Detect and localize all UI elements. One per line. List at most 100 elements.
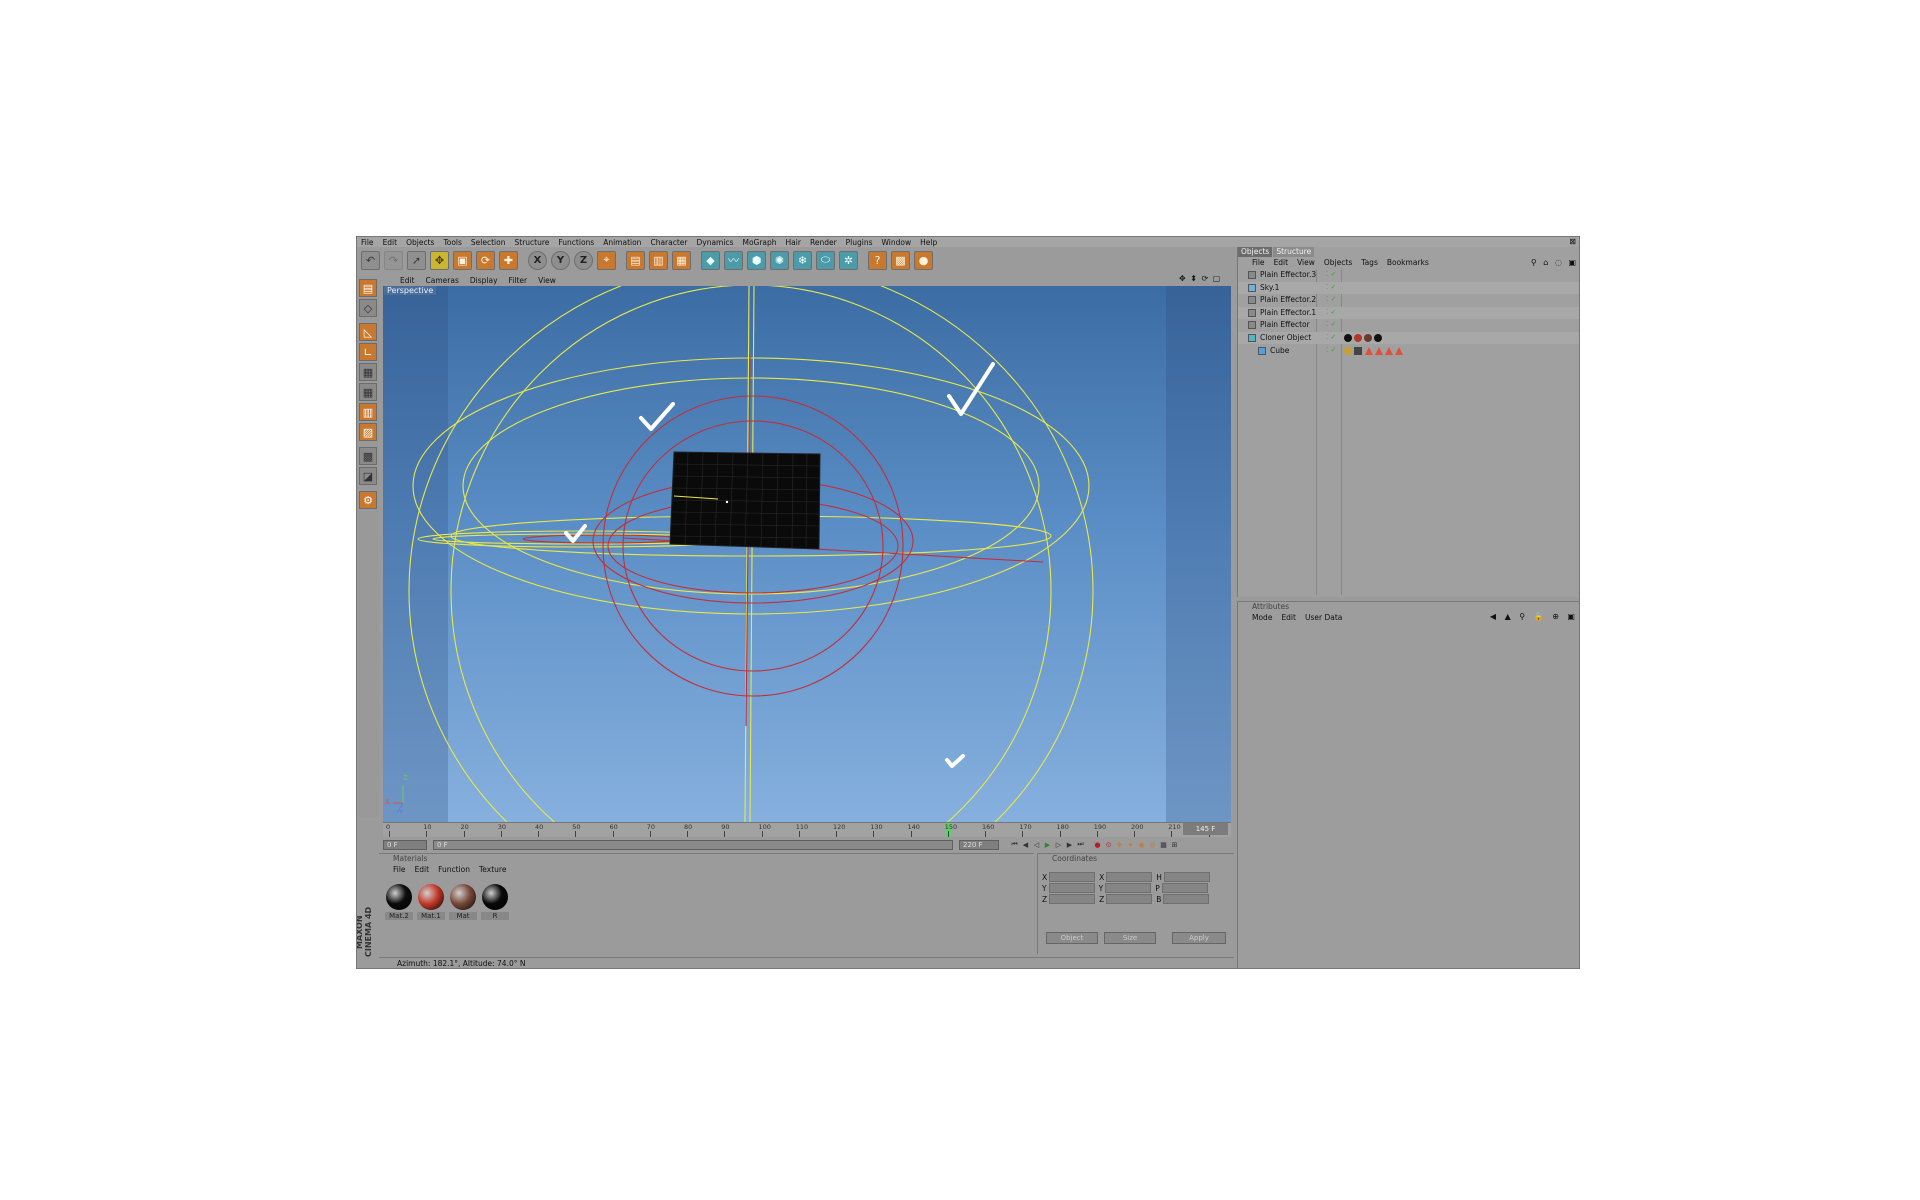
menu-mograph[interactable]: MoGraph bbox=[742, 238, 776, 247]
object-name[interactable]: Plain Effector.3 bbox=[1260, 270, 1316, 279]
previous-frame-icon[interactable]: ◁ bbox=[1031, 839, 1042, 850]
rotation-key-icon[interactable]: ◎ bbox=[1147, 839, 1158, 850]
tab-objects[interactable]: Objects bbox=[1238, 247, 1273, 257]
render-view-icon[interactable]: ▤ bbox=[626, 250, 645, 270]
window-close-icon[interactable]: ⊠ bbox=[1569, 237, 1576, 246]
materials-menu-function[interactable]: Function bbox=[438, 865, 470, 874]
menu-file[interactable]: File bbox=[361, 238, 374, 247]
object-row[interactable]: Sky.1 ⁚ ✓ bbox=[1238, 281, 1579, 294]
materials-menu-edit[interactable]: Edit bbox=[415, 865, 430, 874]
position-key-icon[interactable]: ✦ bbox=[1125, 839, 1136, 850]
objects-menu-view[interactable]: View bbox=[1297, 258, 1315, 267]
z-axis-icon[interactable]: Z bbox=[574, 250, 593, 270]
animation-mode-icon[interactable]: ▨ bbox=[359, 423, 377, 441]
coordinate-system-icon[interactable]: ⌖ bbox=[597, 250, 616, 270]
move-icon[interactable]: ✥ bbox=[430, 250, 449, 270]
visibility-toggle-icon[interactable]: ⁚ ✓ bbox=[1326, 295, 1336, 303]
attributes-menu-mode[interactable]: Mode bbox=[1252, 613, 1272, 622]
use-object-tool-icon[interactable]: ◇ bbox=[359, 299, 377, 317]
viewport-nav-controls[interactable]: ✥ ⬍ ⟳ ▢ bbox=[1179, 274, 1221, 283]
scale-icon[interactable]: ▣ bbox=[453, 250, 472, 270]
objects-menu-bookmarks[interactable]: Bookmarks bbox=[1387, 258, 1429, 267]
previous-key-icon[interactable]: ◀ bbox=[1020, 839, 1031, 850]
material-tag-icon[interactable] bbox=[1344, 334, 1352, 342]
visibility-toggle-icon[interactable]: ⁚ ✓ bbox=[1326, 270, 1336, 278]
material-label[interactable]: Mat bbox=[449, 912, 477, 920]
menu-plugins[interactable]: Plugins bbox=[846, 238, 873, 247]
visibility-toggle-icon[interactable]: ⁚ ✓ bbox=[1326, 320, 1336, 328]
material-swatch[interactable]: R bbox=[481, 884, 509, 920]
menu-window[interactable]: Window bbox=[882, 238, 912, 247]
object-row[interactable]: Cube ⁚ ✓ bbox=[1238, 345, 1579, 357]
perspective-viewport[interactable]: Perspective Z X Y bbox=[383, 286, 1231, 822]
visibility-toggle-icon[interactable]: ⁚ ✓ bbox=[1326, 308, 1336, 316]
last-tool-icon[interactable]: ✚ bbox=[499, 250, 518, 270]
warning-tag-icon[interactable] bbox=[1385, 346, 1393, 355]
tab-structure[interactable]: Structure bbox=[1273, 247, 1315, 257]
menu-selection[interactable]: Selection bbox=[471, 238, 506, 247]
timeline-ruler[interactable]: 0 10 20 30 40 50 60 70 80 90 100 110 120 130 140 150 160… bbox=[383, 822, 1231, 837]
warning-tag-icon[interactable] bbox=[1375, 346, 1383, 355]
material-tag-icon[interactable] bbox=[1374, 334, 1382, 342]
scale-key-icon[interactable]: ◉ bbox=[1136, 839, 1147, 850]
layer-icon[interactable]: ▩ bbox=[891, 250, 910, 270]
rotate-icon[interactable]: ⟳ bbox=[476, 250, 495, 270]
visibility-toggle-icon[interactable]: ⁚ ✓ bbox=[1326, 283, 1336, 291]
use-point-tool-icon[interactable]: ◺ bbox=[359, 323, 377, 341]
next-key-icon[interactable]: ▶ bbox=[1064, 839, 1075, 850]
material-tag-icon[interactable] bbox=[1354, 334, 1362, 342]
material-label[interactable]: Mat.2 bbox=[385, 912, 413, 920]
deformer-icon[interactable]: ❄ bbox=[793, 250, 812, 270]
objects-menu-objects[interactable]: Objects bbox=[1324, 258, 1352, 267]
menu-tools[interactable]: Tools bbox=[443, 238, 461, 247]
coordinate-input[interactable] bbox=[1163, 872, 1210, 882]
object-name[interactable]: Cube bbox=[1270, 346, 1289, 355]
texture-axis-icon[interactable]: ▥ bbox=[359, 403, 377, 421]
coordinate-size-dropdown[interactable]: Size bbox=[1104, 932, 1156, 944]
coordinate-input[interactable] bbox=[1106, 894, 1153, 904]
viewport-menu-cameras[interactable]: Cameras bbox=[426, 276, 459, 285]
object-name[interactable]: Plain Effector bbox=[1260, 320, 1310, 329]
layout-icon[interactable]: ⚙ bbox=[359, 491, 377, 509]
object-row[interactable]: Plain Effector ⁚ ✓ bbox=[1238, 319, 1579, 331]
use-model-tool-icon[interactable]: ▤ bbox=[359, 279, 377, 297]
use-edge-tool-icon[interactable]: ∟ bbox=[359, 343, 377, 361]
object-row[interactable]: Plain Effector.2 ⁚ ✓ bbox=[1238, 294, 1579, 306]
y-axis-icon[interactable]: Y bbox=[551, 250, 570, 270]
object-name[interactable]: Sky.1 bbox=[1260, 283, 1279, 292]
menu-character[interactable]: Character bbox=[650, 238, 687, 247]
end-frame-field[interactable]: 220 F bbox=[959, 839, 999, 850]
coordinate-input[interactable] bbox=[1161, 883, 1208, 893]
material-preview-ball[interactable] bbox=[482, 884, 508, 910]
texture-tag-icon[interactable] bbox=[1354, 346, 1362, 355]
material-label[interactable]: Mat.1 bbox=[417, 912, 445, 920]
menu-dynamics[interactable]: Dynamics bbox=[696, 238, 733, 247]
viewport-menu-display[interactable]: Display bbox=[470, 276, 498, 285]
redo-icon[interactable]: ↷ bbox=[384, 250, 403, 270]
object-row[interactable]: Plain Effector.1 ⁚ ✓ bbox=[1238, 306, 1579, 319]
material-preview-ball[interactable] bbox=[386, 884, 412, 910]
material-swatch[interactable]: Mat.1 bbox=[417, 884, 445, 920]
object-manager-search-icons[interactable]: ⚲ ⌂ ◌ ▣ bbox=[1531, 258, 1578, 267]
object-row[interactable]: Plain Effector.3 ⁚ ✓ bbox=[1238, 269, 1579, 281]
help-icon[interactable]: ? bbox=[868, 250, 887, 270]
coordinate-mode-dropdown[interactable]: Object bbox=[1046, 932, 1098, 944]
objects-menu-edit[interactable]: Edit bbox=[1274, 258, 1289, 267]
texture-tool-icon[interactable]: ▦ bbox=[359, 383, 377, 401]
play-icon[interactable]: ▶ bbox=[1042, 839, 1053, 850]
object-name[interactable]: Cloner Object bbox=[1260, 333, 1311, 342]
menu-render[interactable]: Render bbox=[810, 238, 837, 247]
attributes-nav-icons[interactable]: ◀ ▲ ⚲ 🔒 ⊕ ▣ bbox=[1490, 612, 1578, 621]
coordinate-input[interactable] bbox=[1106, 872, 1153, 882]
point-level-animation-icon[interactable]: ⊞ bbox=[1169, 839, 1180, 850]
x-axis-icon[interactable]: X bbox=[528, 250, 547, 270]
coordinate-input[interactable] bbox=[1163, 894, 1210, 904]
material-preview-ball[interactable] bbox=[450, 884, 476, 910]
attributes-menu-edit[interactable]: Edit bbox=[1281, 613, 1296, 622]
coordinate-input[interactable] bbox=[1049, 894, 1096, 904]
object-name[interactable]: Plain Effector.2 bbox=[1260, 295, 1316, 304]
warning-tag-icon[interactable] bbox=[1365, 346, 1373, 355]
apply-button[interactable]: Apply bbox=[1172, 932, 1226, 944]
object-name[interactable]: Plain Effector.1 bbox=[1260, 308, 1316, 317]
use-polygon-tool-icon[interactable]: ▦ bbox=[359, 363, 377, 381]
